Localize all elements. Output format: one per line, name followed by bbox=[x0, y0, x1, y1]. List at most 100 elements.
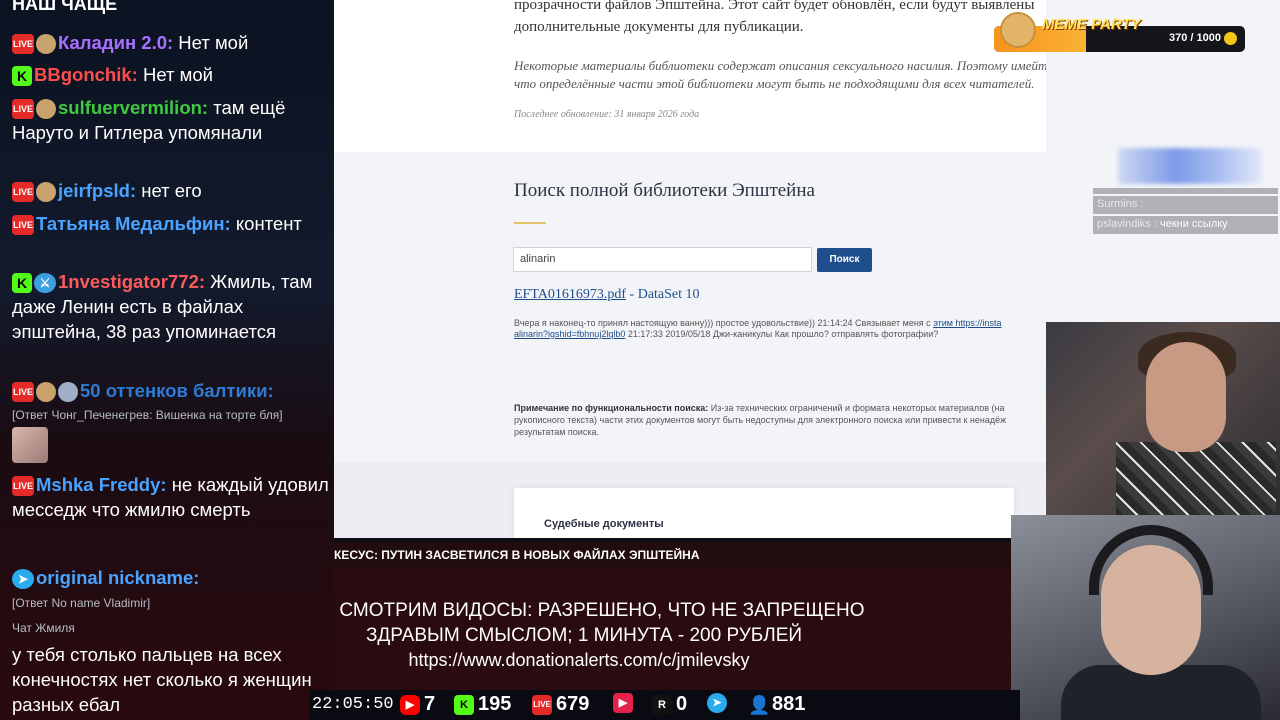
chat-message: K BBgonchik: Нет мой bbox=[12, 62, 330, 87]
vk-live-count: 679 bbox=[556, 693, 590, 715]
snippet-text: 21:17:33 2019/05/18 Джи-каникулы Как про… bbox=[625, 329, 939, 339]
live-badge-icon: LIVE bbox=[12, 476, 34, 497]
result-snippet: Вчера я наконец-то принял настоящую ванн… bbox=[514, 318, 1044, 340]
chat-nick: BBgonchik: bbox=[34, 64, 138, 85]
chat-message: LIVE Каладин 2.0: Нет мой bbox=[12, 30, 330, 55]
youtube-count: 7 bbox=[424, 693, 436, 715]
donation-rules: СМОТРИМ ВИДОСЫ: РАЗРЕШЕНО, ЧТО НЕ ЗАПРЕЩ… bbox=[334, 568, 1011, 690]
intro-text: прозрачности файлов Эпштейна. Этот сайт … bbox=[514, 0, 1035, 35]
mini-chat: Surmins : pslavindiks : чекни ссылку bbox=[1093, 188, 1278, 236]
live-badge-icon: LIVE bbox=[12, 99, 34, 120]
result-file-link[interactable]: EFTA01616973.pdf bbox=[514, 287, 626, 302]
chat-message: LIVE Mshka Freddy: не каждый удовил мессе… bbox=[12, 472, 330, 522]
chat-message: у тебя столько пальцев на всех конечност… bbox=[12, 644, 312, 715]
meme-party-widget: MEME PARTY 370 / 1000 bbox=[994, 12, 1245, 52]
meme-party-title: MEME PARTY bbox=[1042, 16, 1141, 33]
mini-chat-row bbox=[1093, 188, 1278, 194]
divider bbox=[514, 222, 546, 224]
rules-line: СМОТРИМ ВИДОСЫ: РАЗРЕШЕНО, ЧТО НЕ ЗАПРЕЩ… bbox=[339, 600, 865, 621]
updated-label: Последнее обновление: bbox=[514, 109, 612, 120]
telegram-stat: ➤ bbox=[707, 693, 731, 713]
snippet-link[interactable]: этим https://insta bbox=[933, 318, 1001, 328]
note-label: Примечание по функциональности поиска: bbox=[514, 403, 709, 413]
youtube-stat: ▶ 7 bbox=[400, 693, 435, 716]
webcam-guest bbox=[1046, 322, 1280, 518]
chat-text: нет его bbox=[136, 180, 202, 201]
chat-message: LIVE jeirfpsld: нет его bbox=[12, 178, 330, 203]
result-dataset: - DataSet 10 bbox=[626, 287, 700, 302]
doge-icon bbox=[1000, 12, 1036, 48]
youtube-icon: ▶ bbox=[400, 694, 420, 715]
emote-icon bbox=[36, 99, 56, 120]
chat-message: ➤ original nickname: bbox=[12, 565, 330, 590]
viewers-count: 881 bbox=[772, 693, 806, 715]
chat-nick: 50 оттенков балтики: bbox=[80, 380, 274, 401]
telegram-icon: ➤ bbox=[12, 569, 34, 590]
card-title: Судебные документы bbox=[544, 518, 664, 530]
headset-icon bbox=[1089, 525, 1213, 595]
blurred-region bbox=[1118, 148, 1262, 184]
kick-badge-icon: K bbox=[12, 273, 32, 294]
updated-date: 31 января 2026 года bbox=[614, 109, 700, 120]
reply-text: [Ответ Чонг_Печенегрев: Вишенка на торте… bbox=[12, 408, 283, 422]
coin-icon bbox=[1224, 32, 1237, 45]
kick-stat: K 195 bbox=[454, 693, 511, 716]
status-bar: 22:05:50 ▶ 7 K 195 LIVE 679 ▶ R0 ➤ 👤 881 bbox=[310, 690, 1020, 720]
kick-count: 195 bbox=[478, 693, 512, 715]
court-documents-card[interactable]: Судебные документы bbox=[514, 488, 1014, 538]
chat-text: контент bbox=[230, 213, 302, 234]
emote-icon bbox=[36, 382, 56, 403]
chat-message: LIVE Татьяна Медальфин: контент bbox=[12, 211, 330, 236]
search-input[interactable]: alinarin bbox=[513, 247, 812, 272]
chat-nick: sulfuervermilion: bbox=[58, 97, 209, 118]
snippet-link[interactable]: alinarin?igshid=fbhnuj2lqlb0 bbox=[514, 329, 625, 339]
last-updated: Последнее обновление: 31 января 2026 год… bbox=[514, 109, 699, 120]
sword-icon: ⚔ bbox=[34, 273, 56, 294]
chat-source-label: Чат Жмиля bbox=[12, 621, 75, 635]
chat-text: Нет мой bbox=[137, 64, 213, 85]
mini-chat-row: pslavindiks : чекни ссылку bbox=[1093, 216, 1278, 234]
search-title: Поиск полной библиотеки Эпштейна bbox=[514, 180, 815, 201]
search-section: Поиск полной библиотеки Эпштейна alinari… bbox=[334, 152, 1046, 462]
browser-page: прозрачности файлов Эпштейна. Этот сайт … bbox=[334, 0, 1046, 538]
mini-nick: pslavindiks : bbox=[1097, 218, 1157, 230]
mini-nick: Surmins : bbox=[1097, 198, 1144, 210]
chat-nick: 1nvestigator772: bbox=[58, 271, 206, 292]
live-badge-icon: LIVE bbox=[12, 34, 34, 55]
mini-text: чекни ссылку bbox=[1156, 218, 1228, 230]
r-stat: R0 bbox=[652, 693, 687, 716]
rutube-stat: ▶ bbox=[613, 693, 637, 713]
emote-icon bbox=[58, 382, 78, 403]
chat-text: Нет мой bbox=[173, 32, 249, 53]
r-icon: R bbox=[652, 694, 672, 715]
search-button[interactable]: Поиск bbox=[817, 248, 872, 272]
search-result: EFTA01616973.pdf - DataSet 10 bbox=[514, 287, 700, 303]
chat-message: LIVE sulfuervermilion: там ещё Наруто и Г… bbox=[12, 95, 330, 145]
emote-icon bbox=[36, 182, 56, 203]
chat-message: K ⚔ 1nvestigator772: Жмиль, там даже Ленин… bbox=[12, 269, 330, 344]
cam-figure bbox=[1146, 342, 1226, 452]
snippet-text: Вчера я наконец-то принял настоящую ванн… bbox=[514, 318, 934, 328]
chat-nick: Mshka Freddy: bbox=[36, 474, 167, 495]
webcam-streamer bbox=[1011, 515, 1280, 720]
kick-icon: K bbox=[454, 694, 474, 715]
news-ticker: КЕСУС: ПУТИН ЗАСВЕТИЛСЯ В НОВЫХ ФАЙЛАХ Э… bbox=[334, 542, 1011, 568]
chat-message: LIVE 50 оттенков балтики: bbox=[12, 378, 330, 403]
reply-text: [Ответ No name Vladimir] bbox=[12, 596, 151, 610]
rutube-icon: ▶ bbox=[613, 693, 633, 713]
chat-panel: НАШ ЧАЩЕ LIVE Каладин 2.0: Нет мой K BBgon… bbox=[0, 0, 334, 720]
cam-figure bbox=[1116, 442, 1276, 518]
viewers-stat: 👤 881 bbox=[748, 693, 805, 716]
chat-nick: Татьяна Медальфин: bbox=[36, 213, 231, 234]
search-note: Примечание по функциональности поиска: И… bbox=[514, 402, 1046, 438]
chat-header: НАШ ЧАЩЕ bbox=[12, 0, 118, 14]
image-thumbnail bbox=[12, 427, 48, 463]
clock: 22:05:50 bbox=[312, 695, 394, 714]
live-badge-icon: LIVE bbox=[12, 215, 34, 236]
vk-live-icon: LIVE bbox=[532, 694, 552, 715]
mini-chat-row: Surmins : bbox=[1093, 196, 1278, 214]
chat-nick: original nickname: bbox=[36, 567, 200, 588]
vk-live-stat: LIVE 679 bbox=[532, 693, 589, 716]
viewers-icon: 👤 bbox=[748, 694, 771, 715]
donation-link: https://www.donationalerts.com/c/jmilevs… bbox=[408, 650, 750, 670]
